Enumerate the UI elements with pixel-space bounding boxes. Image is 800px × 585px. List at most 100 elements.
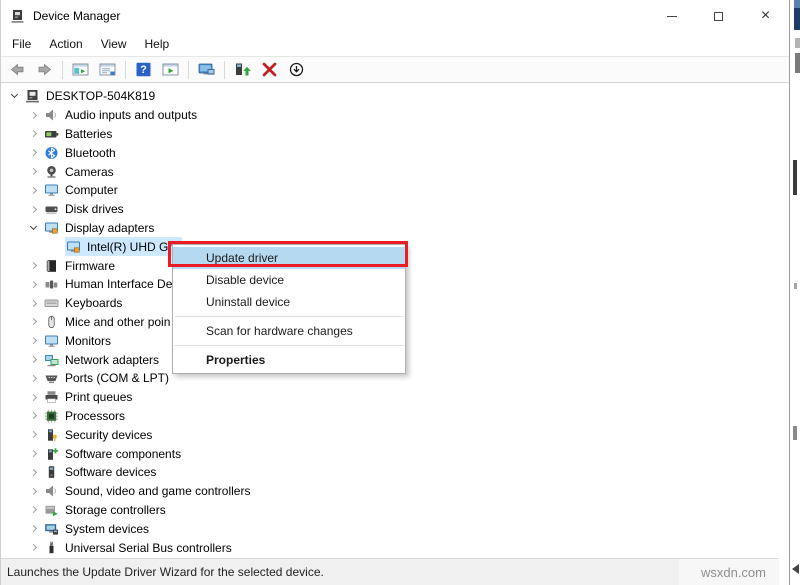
console-tree-toolbar-button[interactable] (68, 58, 93, 81)
chevron-right-icon[interactable] (25, 482, 43, 501)
tree-item-security-devices[interactable]: Security devices (2, 425, 789, 444)
action-pane-toolbar-button[interactable] (158, 58, 183, 81)
menu-item-properties[interactable]: Properties (173, 349, 405, 371)
disk-icon (44, 202, 60, 216)
menu-item-uninstall-device[interactable]: Uninstall device (173, 291, 405, 313)
chevron-down-icon[interactable] (6, 87, 24, 106)
disable-device-toolbar-button[interactable] (284, 58, 309, 81)
close-button[interactable]: × (742, 0, 789, 32)
tree-item-label: Audio inputs and outputs (65, 108, 197, 122)
tree-item-cameras[interactable]: Cameras (2, 162, 789, 181)
computer-icon (25, 89, 41, 103)
tree-item-print-queues[interactable]: Print queues (2, 388, 789, 407)
tree-item-sound-video-and-game-controllers[interactable]: Sound, video and game controllers (2, 482, 789, 501)
tree-item-label: Network adapters (65, 353, 159, 367)
tree-item-label: DESKTOP-504K819 (46, 89, 155, 103)
edge-artifact-arrow-icon (792, 564, 799, 574)
tree-item-disk-drives[interactable]: Disk drives (2, 200, 789, 219)
speaker-icon (44, 108, 60, 122)
minimize-icon (667, 16, 677, 17)
tree-item-label: Bluetooth (65, 146, 116, 160)
ports-icon (44, 371, 60, 385)
chevron-right-icon[interactable] (25, 143, 43, 162)
tree-item-label: Software devices (65, 465, 156, 479)
chevron-right-icon[interactable] (25, 275, 43, 294)
tree-item-processors[interactable]: Processors (2, 407, 789, 426)
window-title: Device Manager (33, 9, 120, 23)
toolbar-separator (62, 61, 63, 79)
chevron-right-icon[interactable] (25, 425, 43, 444)
toolbar-separator (224, 61, 225, 79)
chevron-right-icon[interactable] (25, 200, 43, 219)
edge-artifact (795, 53, 800, 73)
tree-item-label: Batteries (65, 127, 112, 141)
chevron-right-icon[interactable] (25, 463, 43, 482)
uninstall-device-toolbar-button[interactable] (257, 58, 282, 81)
tree-item-system-devices[interactable]: System devices (2, 519, 789, 538)
chevron-right-icon[interactable] (25, 313, 43, 332)
software-components-icon (44, 447, 60, 461)
tree-item-display-adapters[interactable]: Display adapters (2, 219, 789, 238)
properties-toolbar-button[interactable] (95, 58, 120, 81)
devices-monitor-toolbar-button[interactable] (194, 58, 219, 81)
update-driver-toolbar-button[interactable] (230, 58, 255, 81)
help-toolbar-button[interactable]: ? (131, 58, 156, 81)
tree-item-software-components[interactable]: Software components (2, 444, 789, 463)
menu-file[interactable]: File (3, 34, 40, 54)
security-icon (44, 428, 60, 442)
tree-item-label: Display adapters (65, 221, 154, 235)
back-toolbar-button[interactable] (5, 58, 30, 81)
camera-icon (44, 165, 60, 179)
minimize-button[interactable] (648, 0, 695, 32)
edge-artifact (795, 38, 800, 48)
forward-toolbar-button[interactable] (32, 58, 57, 81)
chevron-right-icon[interactable] (25, 125, 43, 144)
tree-item-storage-controllers[interactable]: Storage controllers (2, 501, 789, 520)
tree-item-label: Firmware (65, 259, 115, 273)
menu-item-update-driver[interactable]: Update driver (173, 247, 405, 269)
display-adapter-icon (66, 240, 82, 254)
system-icon (44, 522, 60, 536)
tree-item-computer[interactable]: Computer (2, 181, 789, 200)
chevron-right-icon[interactable] (25, 519, 43, 538)
uninstall-device-icon (261, 62, 278, 77)
chevron-right-icon[interactable] (25, 501, 43, 520)
tree-item-label: Ports (COM & LPT) (65, 371, 169, 385)
chevron-right-icon[interactable] (25, 369, 43, 388)
chevron-right-icon[interactable] (25, 256, 43, 275)
menu-item-scan-for-hardware-changes[interactable]: Scan for hardware changes (173, 320, 405, 342)
chevron-down-icon[interactable] (25, 219, 43, 238)
tree-item-desktop-504k819[interactable]: DESKTOP-504K819 (2, 87, 789, 106)
chevron-right-icon[interactable] (25, 181, 43, 200)
menu-help[interactable]: Help (136, 34, 179, 54)
chevron-right-icon[interactable] (25, 350, 43, 369)
network-icon (44, 353, 60, 367)
maximize-button[interactable] (695, 0, 742, 32)
menu-action[interactable]: Action (40, 34, 91, 54)
chevron-right-icon[interactable] (25, 106, 43, 125)
tree-item-batteries[interactable]: Batteries (2, 125, 789, 144)
software-device-icon (44, 465, 60, 479)
svg-text:?: ? (140, 64, 147, 76)
menu-view[interactable]: View (92, 34, 136, 54)
chevron-right-icon[interactable] (25, 538, 43, 557)
status-text: Launches the Update Driver Wizard for th… (1, 565, 324, 579)
context-menu: Update driverDisable deviceUninstall dev… (172, 244, 406, 374)
chevron-right-icon[interactable] (25, 388, 43, 407)
tree-item-label: Security devices (65, 428, 152, 442)
tree-item-universal-serial-bus-controllers[interactable]: Universal Serial Bus controllers (2, 538, 789, 557)
chevron-right-icon[interactable] (25, 294, 43, 313)
tree-item-software-devices[interactable]: Software devices (2, 463, 789, 482)
menu-bar: File Action View Help (1, 32, 789, 56)
tree-item-bluetooth[interactable]: Bluetooth (2, 143, 789, 162)
chevron-right-icon[interactable] (25, 331, 43, 350)
chevron-right-icon[interactable] (25, 444, 43, 463)
devices-monitor-icon (198, 62, 215, 77)
keyboard-icon (44, 296, 60, 310)
tree-item-audio-inputs-and-outputs[interactable]: Audio inputs and outputs (2, 106, 789, 125)
chevron-right-icon[interactable] (25, 162, 43, 181)
chevron-right-icon[interactable] (25, 407, 43, 426)
tree-item-label: Print queues (65, 390, 132, 404)
title-bar[interactable]: Device Manager × (1, 0, 789, 32)
menu-item-disable-device[interactable]: Disable device (173, 269, 405, 291)
